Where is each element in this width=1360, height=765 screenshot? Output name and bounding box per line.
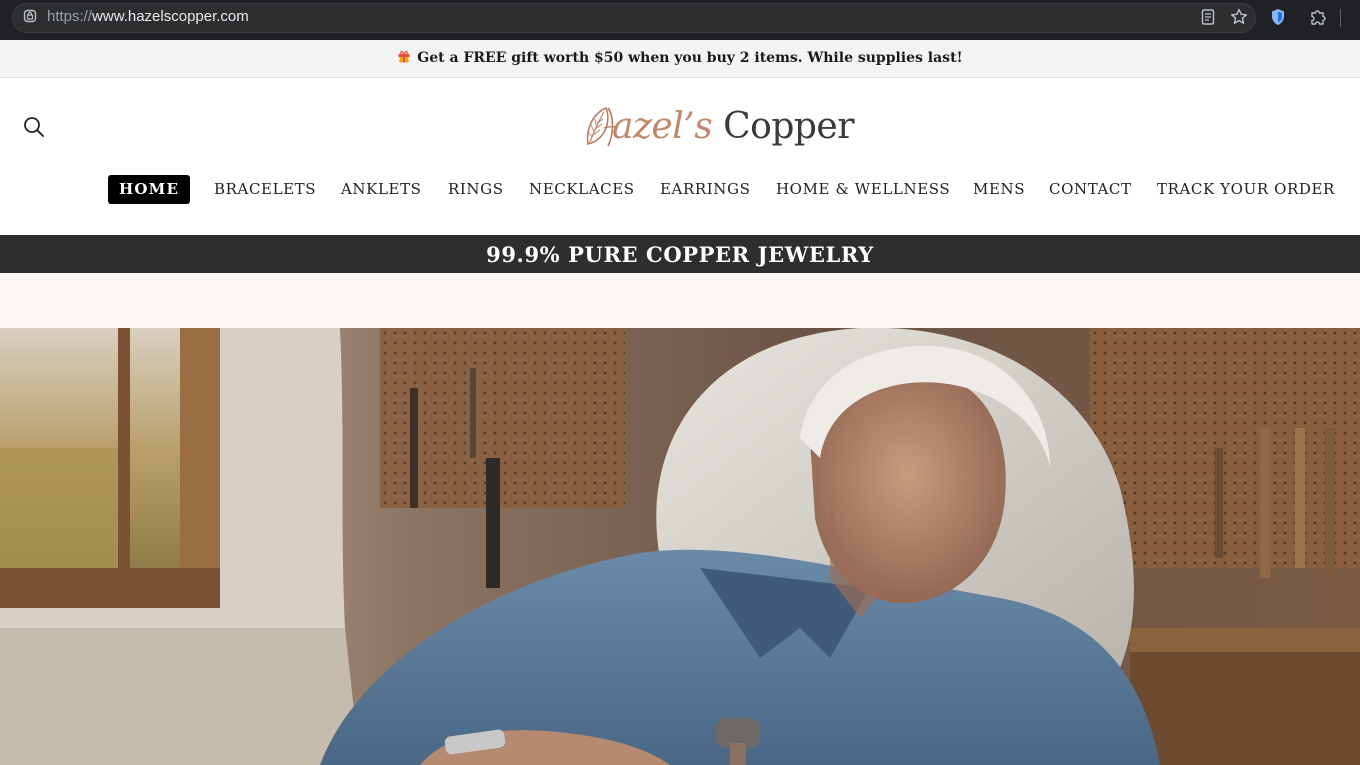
lock-icon[interactable] [22,8,38,24]
gift-icon [398,50,410,63]
logo-word-hazels: azel’s [612,106,713,147]
main-navigation: HOME BRACELETS ANKLETS RINGS NECKLACES E… [0,174,1360,206]
section-spacer [0,273,1360,328]
nav-item-rings[interactable]: RINGS [448,175,504,204]
extensions-puzzle-icon[interactable] [1308,7,1328,27]
bookmark-star-icon[interactable] [1229,7,1249,27]
logo-word-copper: Copper [723,106,854,147]
browser-toolbar: https://www.hazelscopper.com [0,0,1360,40]
nav-item-home-wellness[interactable]: HOME & WELLNESS [776,175,950,204]
toolbar-separator [1340,9,1341,27]
url-text[interactable]: https://www.hazelscopper.com [47,8,249,25]
shield-extension-icon[interactable] [1268,7,1288,27]
nav-item-earrings[interactable]: EARRINGS [660,175,750,204]
nav-item-anklets[interactable]: ANKLETS [341,175,422,204]
nav-item-home[interactable]: HOME [108,175,191,204]
promo-banner: 99.9% PURE COPPER JEWELRY [0,235,1360,273]
announcement-content: Get a FREE gift worth $50 when you buy 2… [0,49,1360,66]
nav-item-necklaces[interactable]: NECKLACES [529,175,635,204]
search-icon[interactable] [22,115,46,139]
hero-image [0,328,1360,765]
hero-illustration [0,328,1360,765]
url-protocol: https:// [47,8,93,25]
url-host: www.hazelscopper.com [92,8,249,25]
reader-mode-icon[interactable] [1198,7,1218,27]
promo-banner-text: 99.9% PURE COPPER JEWELRY [486,242,874,267]
announcement-bar: Get a FREE gift worth $50 when you buy 2… [0,40,1360,78]
nav-item-contact[interactable]: CONTACT [1049,175,1132,204]
nav-item-mens[interactable]: MENS [973,175,1025,204]
announcement-text: Get a FREE gift worth $50 when you buy 2… [417,50,963,66]
logo-text: azel’s Copper [612,106,854,147]
nav-item-track-your-order[interactable]: TRACK YOUR ORDER [1157,175,1335,204]
nav-item-bracelets[interactable]: BRACELETS [214,175,316,204]
site-header: azel’s Copper HOME BRACELETS ANKLETS RIN… [0,79,1360,235]
site-logo[interactable]: azel’s Copper [584,102,874,154]
